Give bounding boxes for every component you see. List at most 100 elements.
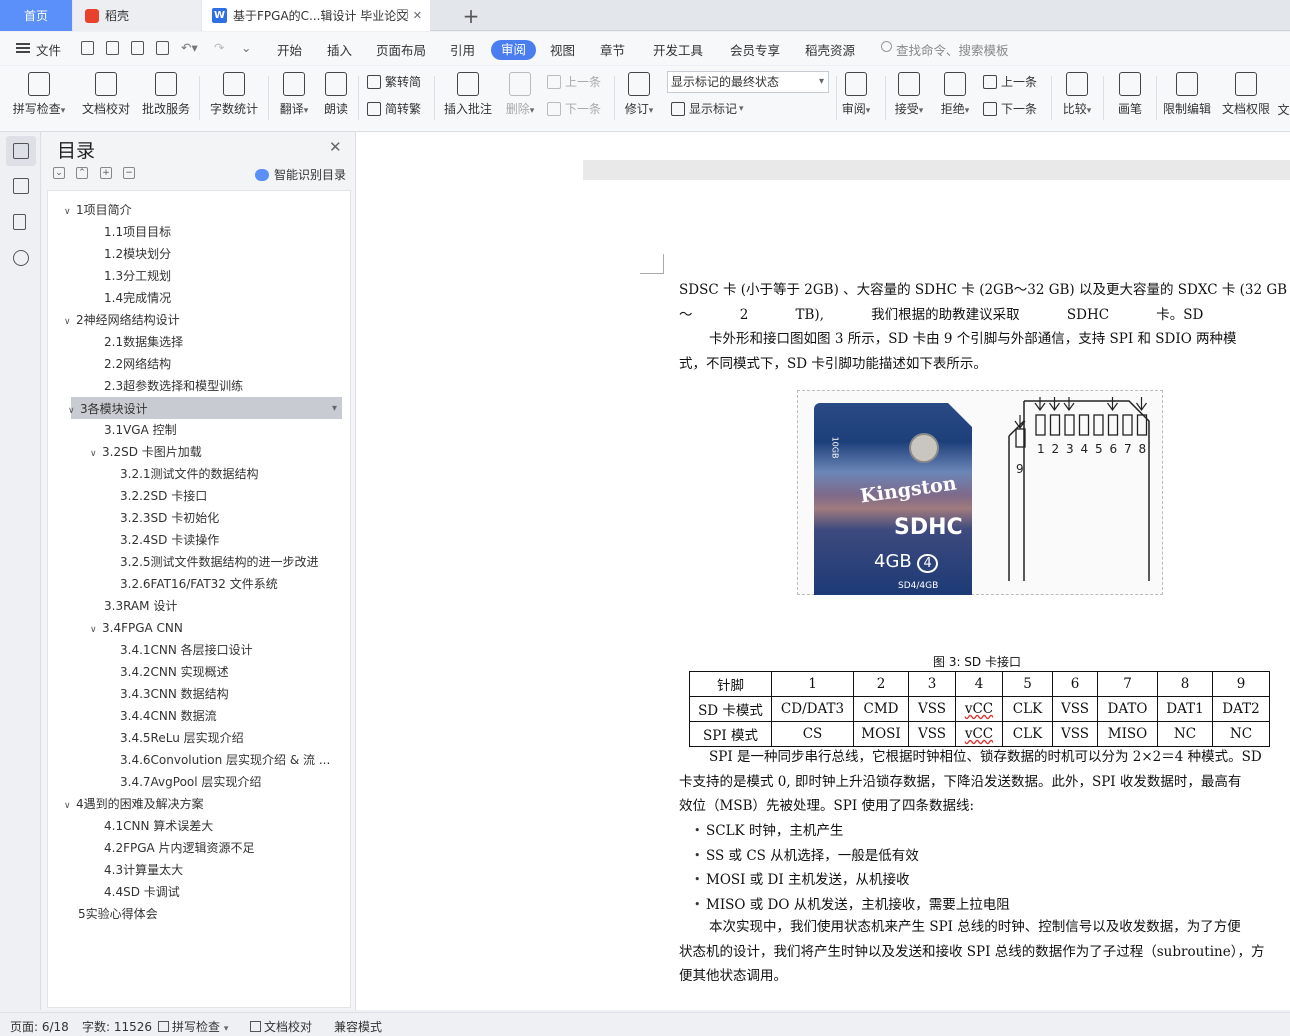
translate-button[interactable]: 翻译▾ (274, 72, 314, 117)
toc-item[interactable]: 2.2网络结构 (48, 353, 350, 375)
paragraph-state-machine[interactable]: 本次实现中，我们使用状态机来产生 SPI 总线的时钟、控制信号以及收发数据，为了… (679, 915, 1285, 989)
toc-item[interactable]: ∨ 3各模块设计 (68, 397, 342, 420)
toc-item[interactable]: 3.3RAM 设计 (48, 595, 350, 617)
next-comment-button[interactable]: 下一条 (547, 100, 601, 117)
remove-heading-icon[interactable]: − (123, 167, 135, 179)
preview-icon[interactable] (156, 41, 169, 55)
toc-item[interactable]: 3.4.7AvgPool 层实现介绍 (48, 771, 350, 793)
review-pane-button[interactable]: 审阅▾ (838, 72, 874, 117)
word-count[interactable]: 字数: 11526 (82, 1018, 152, 1035)
paragraph-sd-types[interactable]: SDSC 卡 (小于等于 2GB) 、大容量的 SDHC 卡 (2GB～32 G… (679, 278, 1287, 376)
document-page[interactable]: SDSC 卡 (小于等于 2GB) 、大容量的 SDHC 卡 (2GB～32 G… (583, 180, 1290, 1010)
toc-item[interactable]: 3.4.3CNN 数据结构 (48, 683, 350, 705)
toc-item[interactable]: ∨ 3.4FPGA CNN (48, 617, 350, 639)
read-aloud-button[interactable]: 朗读 (318, 72, 354, 117)
table-cell[interactable]: 3 (908, 671, 956, 697)
toc-item[interactable]: 3.2.2SD 卡接口 (48, 485, 350, 507)
table-cell[interactable]: SPI 模式 (689, 721, 772, 747)
add-heading-icon[interactable]: + (100, 167, 112, 179)
tab-home[interactable]: 首页 (0, 0, 72, 31)
list-item[interactable]: MOSI 或 DI 主机发送，从机接收 (694, 868, 909, 893)
toc-item[interactable]: 3.1VGA 控制 (48, 419, 350, 441)
restrict-editing-button[interactable]: 限制编辑 (1160, 72, 1214, 117)
menu-item-layout[interactable]: 页面布局 (376, 40, 426, 59)
table-cell[interactable]: 针脚 (689, 671, 772, 697)
list-item[interactable]: SCLK 时钟，主机产生 (694, 819, 843, 844)
toc-item[interactable]: ∨ 1项目简介 (48, 199, 350, 221)
batch-service-button[interactable]: 批改服务 (138, 72, 194, 117)
close-icon[interactable]: ✕ (413, 9, 422, 22)
toc-item[interactable]: 3.4.2CNN 实现概述 (48, 661, 350, 683)
export-icon[interactable] (106, 41, 119, 55)
menu-item-start[interactable]: 开始 (277, 40, 302, 59)
table-cell[interactable]: 5 (1002, 671, 1053, 697)
toc-item[interactable]: 1.2模块划分 (48, 243, 350, 265)
search-icon[interactable] (13, 250, 29, 266)
table-cell[interactable]: CLK (1002, 721, 1053, 747)
document-permissions-button[interactable]: 文档权限 (1219, 72, 1273, 117)
spell-check-button[interactable]: 拼写检查▾ (8, 72, 70, 117)
menu-item-devtools[interactable]: 开发工具 (653, 40, 703, 59)
simplified-to-traditional-button[interactable]: 简转繁 (367, 100, 421, 117)
tab-window-icon[interactable] (397, 9, 408, 19)
chevron-down-icon[interactable]: ∨ (64, 795, 76, 817)
smart-toc-button[interactable]: 智能识别目录 (255, 166, 346, 183)
table-cell[interactable]: 8 (1157, 671, 1213, 697)
command-search[interactable]: 查找命令、搜索模板 (896, 40, 1009, 59)
proofread-button[interactable]: 文档校对 (78, 72, 134, 117)
table-cell[interactable]: VSS (1052, 696, 1098, 722)
toc-item[interactable]: 5实验心得体会 (48, 903, 350, 925)
tab-docer[interactable]: 稻壳 (73, 0, 201, 31)
table-cell[interactable]: MOSI (853, 721, 909, 747)
traditional-to-simplified-button[interactable]: 繁转简 (367, 73, 421, 90)
table-cell[interactable]: 9 (1212, 671, 1270, 697)
menu-file[interactable]: 文件 (36, 40, 61, 59)
toc-item[interactable]: 3.2.6FAT16/FAT32 文件系统 (48, 573, 350, 595)
table-cell[interactable]: 7 (1097, 671, 1158, 697)
chevron-down-icon[interactable]: ∨ (90, 619, 102, 641)
status-spell-check[interactable]: 拼写检查 ▾ (158, 1018, 228, 1035)
toc-item[interactable]: ∨ 3.2SD 卡图片加载 (48, 441, 350, 463)
toc-item[interactable]: 1.1项目目标 (48, 221, 350, 243)
menu-item-review[interactable]: 审阅 (491, 40, 536, 60)
pen-button[interactable]: 画笔 (1110, 72, 1150, 117)
menu-item-docer[interactable]: 稻壳资源 (805, 40, 855, 59)
toc-item[interactable]: ∨ 2神经网络结构设计 (48, 309, 350, 331)
chevron-down-icon[interactable]: ∨ (90, 443, 102, 465)
show-markup-button[interactable]: 显示标记 ▾ (671, 100, 744, 117)
table-cell[interactable]: DATO (1097, 696, 1158, 722)
accept-button[interactable]: 接受▾ (891, 72, 927, 117)
toc-item[interactable]: 3.4.1CNN 各层接口设计 (48, 639, 350, 661)
close-icon[interactable]: ✕ (329, 138, 342, 156)
menu-item-view[interactable]: 视图 (550, 40, 575, 59)
table-cell[interactable]: vCC (955, 721, 1003, 747)
menu-item-reference[interactable]: 引用 (450, 40, 475, 59)
table-cell[interactable]: 1 (771, 671, 854, 697)
overflow-ribbon-button[interactable]: 文 (1277, 101, 1290, 118)
insert-comment-button[interactable]: 插入批注 (440, 72, 496, 117)
save-icon[interactable] (81, 41, 94, 55)
toc-item[interactable]: 4.4SD 卡调试 (48, 881, 350, 903)
table-cell[interactable]: SD 卡模式 (689, 696, 772, 722)
chapter-nav-icon[interactable] (13, 178, 29, 194)
collapse-all-icon[interactable]: ⌃ (76, 167, 88, 179)
table-cell[interactable]: MISO (1097, 721, 1158, 747)
table-cell[interactable]: DAT2 (1212, 696, 1270, 722)
chevron-down-icon[interactable]: ∨ (64, 311, 76, 333)
compare-button[interactable]: 比较▾ (1057, 72, 1097, 117)
table-cell[interactable]: VSS (908, 721, 956, 747)
more-chevron-icon[interactable]: ⌄ (241, 40, 251, 55)
table-cell[interactable]: VSS (1052, 721, 1098, 747)
list-item[interactable]: MISO 或 DO 从机发送，主机接收，需要上拉电阻 (694, 893, 1010, 918)
table-cell[interactable]: NC (1212, 721, 1270, 747)
toc-item[interactable]: ∨ 4遇到的困难及解决方案 (48, 793, 350, 815)
table-cell[interactable]: VSS (908, 696, 956, 722)
undo-icon[interactable]: ↶▾ (181, 40, 198, 55)
table-cell[interactable]: 6 (1052, 671, 1098, 697)
menu-item-chapter[interactable]: 章节 (600, 40, 625, 59)
toc-item[interactable]: 3.2.3SD 卡初始化 (48, 507, 350, 529)
reject-button[interactable]: 拒绝▾ (937, 72, 973, 117)
expand-all-icon[interactable]: ⌄ (53, 167, 65, 179)
toc-panel-icon[interactable] (13, 143, 29, 159)
toc-item[interactable]: 3.2.5测试文件数据结构的进一步改进 (48, 551, 350, 573)
